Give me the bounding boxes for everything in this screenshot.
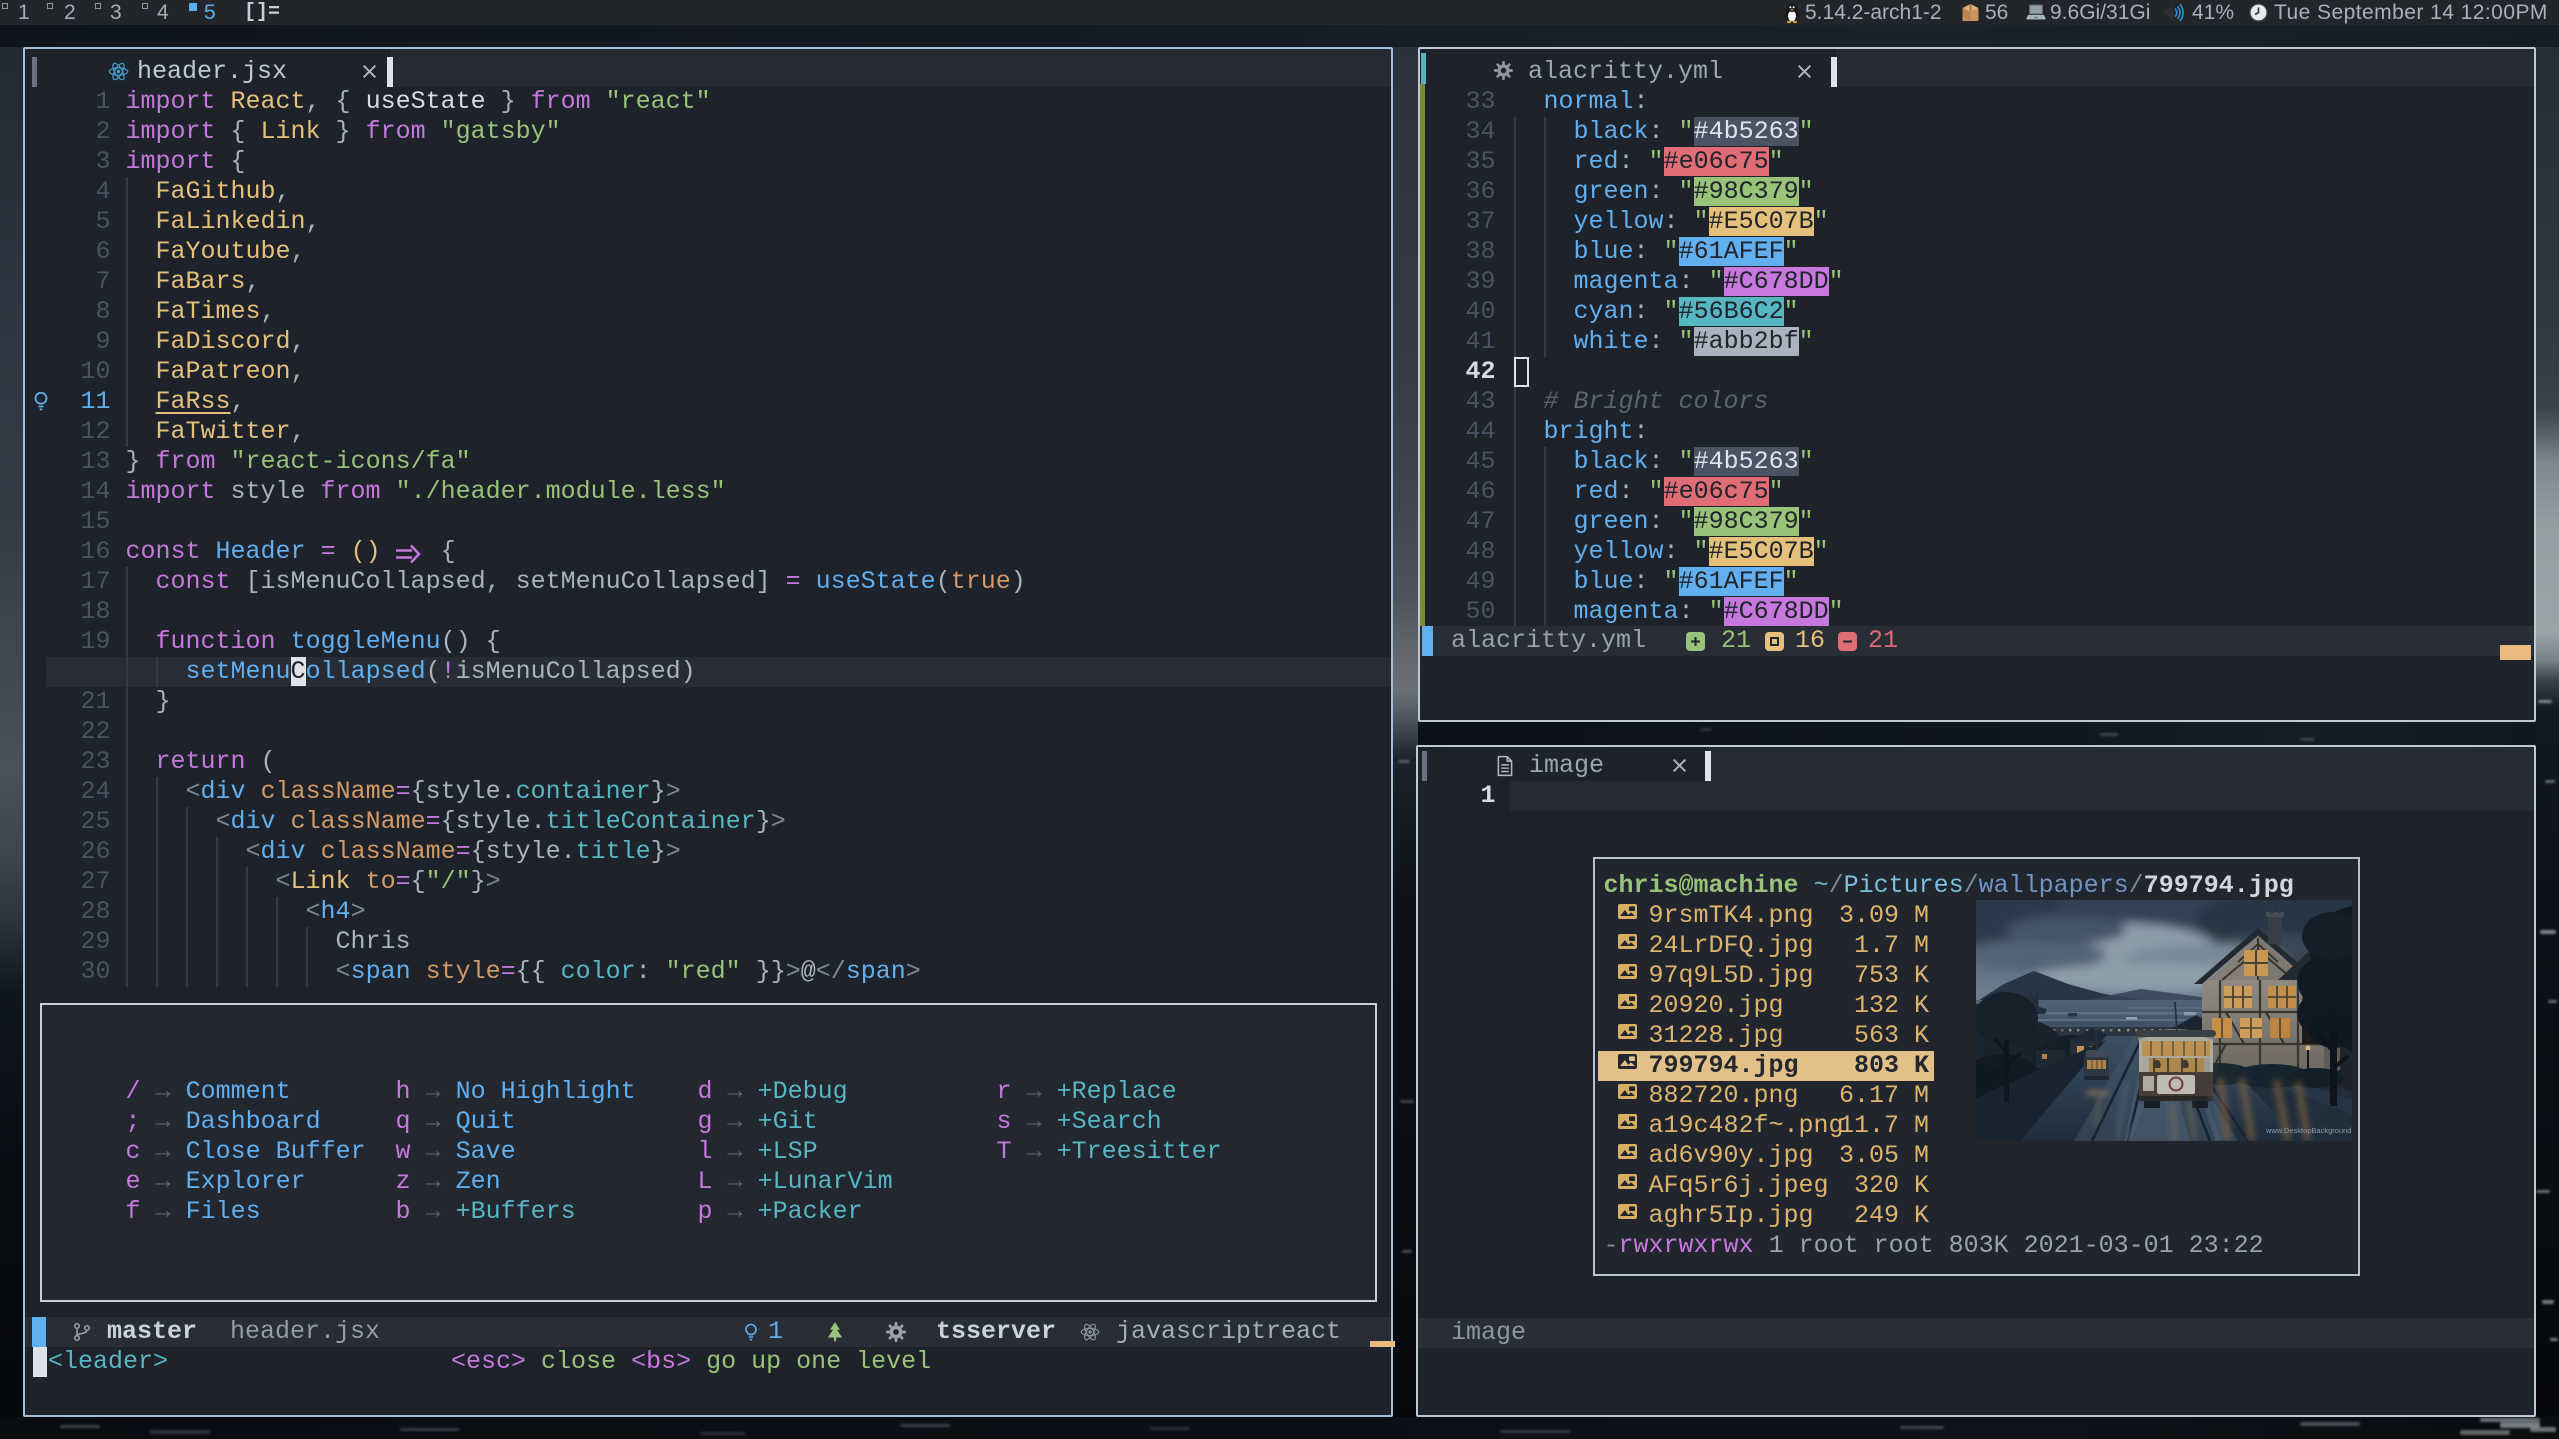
svg-text:www.DesktopBackground.org: www.DesktopBackground.org xyxy=(2265,1126,2352,1135)
